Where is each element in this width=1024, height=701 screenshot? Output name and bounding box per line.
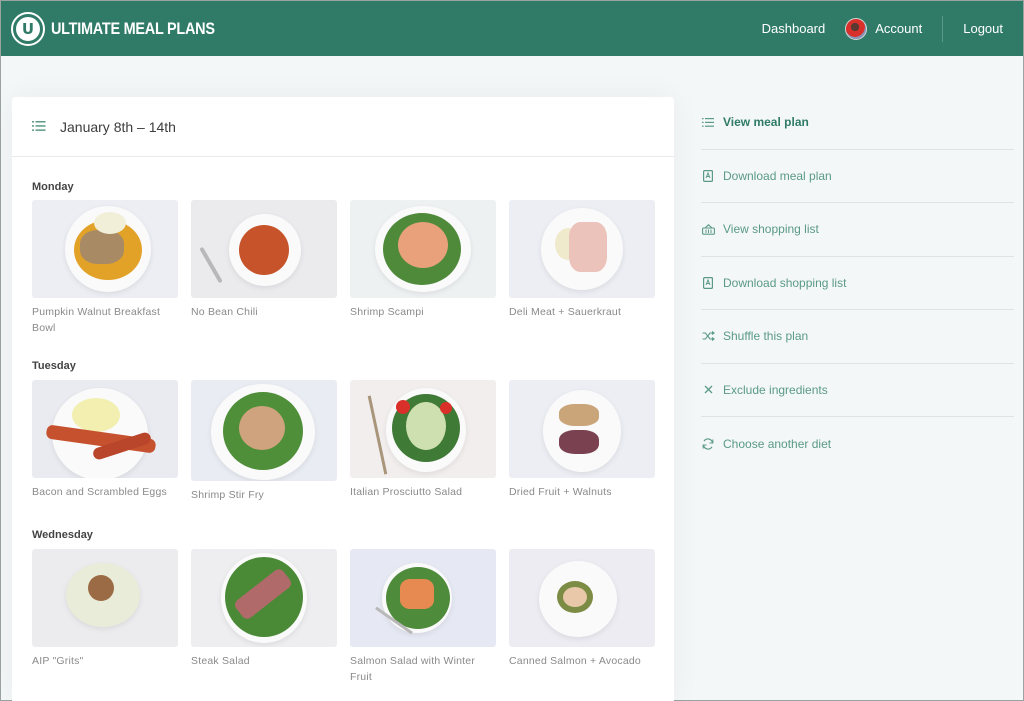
- account-label: Account: [875, 21, 923, 36]
- sidebar-item-download-meal-plan[interactable]: Download meal plan: [701, 150, 1014, 203]
- brand-logo[interactable]: U ULTIMATE MEAL PLANS: [11, 11, 244, 46]
- meal-image[interactable]: [32, 549, 178, 647]
- meal-name: Deli Meat + Sauerkraut: [509, 306, 622, 318]
- sidebar-item-label: Shuffle this plan: [723, 329, 809, 344]
- refresh-icon: [701, 437, 715, 451]
- day-meals-tuesday: Bacon and Scrambled Eggs Shrimp Stir Fry…: [32, 380, 668, 503]
- close-icon: [701, 383, 715, 397]
- meal-name: Salmon Salad with Winter Fruit: [350, 655, 476, 683]
- logo-letter: U: [16, 16, 40, 41]
- meal-name: Shrimp Scampi: [350, 306, 424, 318]
- sidebar-item-shuffle-plan[interactable]: Shuffle this plan: [701, 310, 1014, 364]
- top-navbar: U ULTIMATE MEAL PLANS Dashboard Account …: [1, 1, 1023, 56]
- meal-name: Steak Salad: [191, 655, 250, 667]
- meal-name: Dried Fruit + Walnuts: [509, 486, 612, 498]
- meal-name: AIP "Grits": [32, 655, 84, 667]
- meal-image[interactable]: [191, 549, 337, 647]
- meal-card[interactable]: Canned Salmon + Avocado: [509, 549, 655, 685]
- meal-card[interactable]: Shrimp Scampi: [350, 200, 496, 336]
- sidebar-item-label: Choose another diet: [723, 436, 832, 451]
- meal-card[interactable]: Italian Prosciutto Salad: [350, 380, 496, 503]
- meal-name: Italian Prosciutto Salad: [350, 486, 463, 498]
- plan-date-range: January 8th – 14th: [60, 118, 176, 135]
- list-icon: [701, 115, 715, 129]
- meal-card[interactable]: No Bean Chili: [191, 200, 337, 336]
- logo-icon: U: [11, 11, 45, 46]
- meal-card[interactable]: Pumpkin Walnut Breakfast Bowl: [32, 200, 178, 336]
- sidebar-item-view-meal-plan[interactable]: View meal plan: [701, 96, 1014, 150]
- meal-name: Bacon and Scrambled Eggs: [32, 486, 167, 498]
- sidebar-item-label: Download meal plan: [723, 168, 832, 183]
- shuffle-icon: [701, 329, 715, 343]
- meal-card[interactable]: Bacon and Scrambled Eggs: [32, 380, 178, 503]
- nav-divider: [942, 15, 944, 42]
- list-icon: [32, 118, 46, 136]
- meal-name: Pumpkin Walnut Breakfast Bowl: [32, 306, 161, 334]
- meal-card[interactable]: Salmon Salad with Winter Fruit: [350, 549, 496, 685]
- meal-card[interactable]: Dried Fruit + Walnuts: [509, 380, 655, 503]
- meal-image[interactable]: [350, 380, 496, 478]
- nav-logout-link[interactable]: Logout: [963, 21, 1003, 36]
- nav-dashboard-link[interactable]: Dashboard: [762, 21, 826, 36]
- avatar: [845, 17, 868, 40]
- sidebar-item-choose-another-diet[interactable]: Choose another diet: [701, 417, 1014, 471]
- meal-name: No Bean Chili: [191, 306, 258, 318]
- brand-name: ULTIMATE MEAL PLANS: [51, 18, 215, 38]
- sidebar-item-label: View meal plan: [723, 115, 809, 130]
- day-meals-wednesday: AIP "Grits" Steak Salad Salmon Salad wit…: [32, 549, 668, 685]
- sidebar-item-download-shopping-list[interactable]: Download shopping list: [701, 257, 1014, 310]
- sidebar-item-view-shopping-list[interactable]: View shopping list: [701, 203, 1014, 257]
- meal-image[interactable]: [32, 200, 178, 298]
- pdf-icon: [701, 169, 715, 183]
- nav-account-link[interactable]: Account: [845, 17, 923, 40]
- meal-image[interactable]: [32, 380, 178, 478]
- meal-plan-card: January 8th – 14th Monday Pumpkin Walnut…: [12, 97, 674, 701]
- sidebar-item-label: Download shopping list: [723, 275, 847, 290]
- day-meals-monday: Pumpkin Walnut Breakfast Bowl No Bean Ch…: [32, 200, 668, 336]
- meal-name: Shrimp Stir Fry: [191, 489, 265, 501]
- meal-image[interactable]: [191, 380, 337, 481]
- plan-actions-sidebar: View meal plan Download meal plan View s…: [701, 96, 1014, 471]
- meal-card[interactable]: Steak Salad: [191, 549, 337, 685]
- meal-image[interactable]: [350, 549, 496, 647]
- meal-card[interactable]: Shrimp Stir Fry: [191, 380, 337, 503]
- meal-image[interactable]: [350, 200, 496, 298]
- meal-image[interactable]: [191, 200, 337, 298]
- day-label: Wednesday: [32, 529, 93, 541]
- pdf-icon: [701, 276, 715, 290]
- meal-image[interactable]: [509, 380, 655, 478]
- day-label: Monday: [32, 181, 74, 193]
- basket-icon: [701, 222, 715, 236]
- meal-card[interactable]: Deli Meat + Sauerkraut: [509, 200, 655, 336]
- meal-image[interactable]: [509, 200, 655, 298]
- sidebar-item-label: Exclude ingredients: [723, 382, 828, 397]
- meal-name: Canned Salmon + Avocado: [509, 655, 641, 667]
- sidebar-item-label: View shopping list: [723, 222, 819, 237]
- sidebar-item-exclude-ingredients[interactable]: Exclude ingredients: [701, 364, 1014, 417]
- meal-image[interactable]: [509, 549, 655, 647]
- day-label: Tuesday: [32, 360, 76, 372]
- meal-card[interactable]: AIP "Grits": [32, 549, 178, 685]
- meal-plan-header: January 8th – 14th: [12, 97, 674, 157]
